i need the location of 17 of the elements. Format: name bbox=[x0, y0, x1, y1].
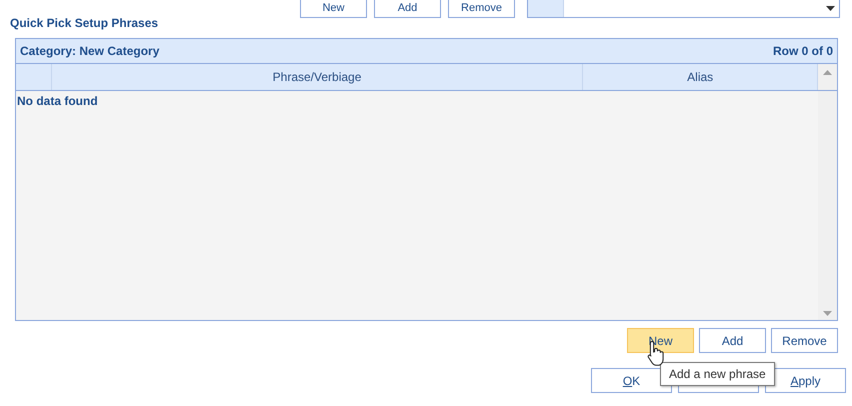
toolbar-button[interactable]: New bbox=[300, 0, 367, 18]
row-count: Row 0 of 0 bbox=[772, 44, 833, 58]
category-label: Category: New Category bbox=[20, 44, 160, 58]
phrase-button[interactable]: Remove bbox=[771, 328, 838, 353]
dialog-button[interactable]: Apply bbox=[765, 368, 846, 393]
dropdown-arrow-icon[interactable] bbox=[826, 6, 835, 11]
scroll-down-icon[interactable] bbox=[823, 311, 832, 316]
phrase-button[interactable]: New bbox=[627, 328, 694, 353]
phrase-button[interactable]: Add bbox=[699, 328, 766, 353]
scrollbar[interactable] bbox=[818, 91, 837, 320]
empty-message: No data found bbox=[16, 93, 99, 108]
tooltip: Add a new phrase bbox=[660, 362, 775, 386]
toolbar-button[interactable]: Add bbox=[374, 0, 441, 18]
scroll-up-icon[interactable] bbox=[823, 70, 832, 75]
section-title: Quick Pick Setup Phrases bbox=[9, 17, 160, 32]
column-header[interactable]: Phrase/Verbiage bbox=[52, 64, 584, 90]
toolbar-button[interactable]: Remove bbox=[448, 0, 515, 18]
